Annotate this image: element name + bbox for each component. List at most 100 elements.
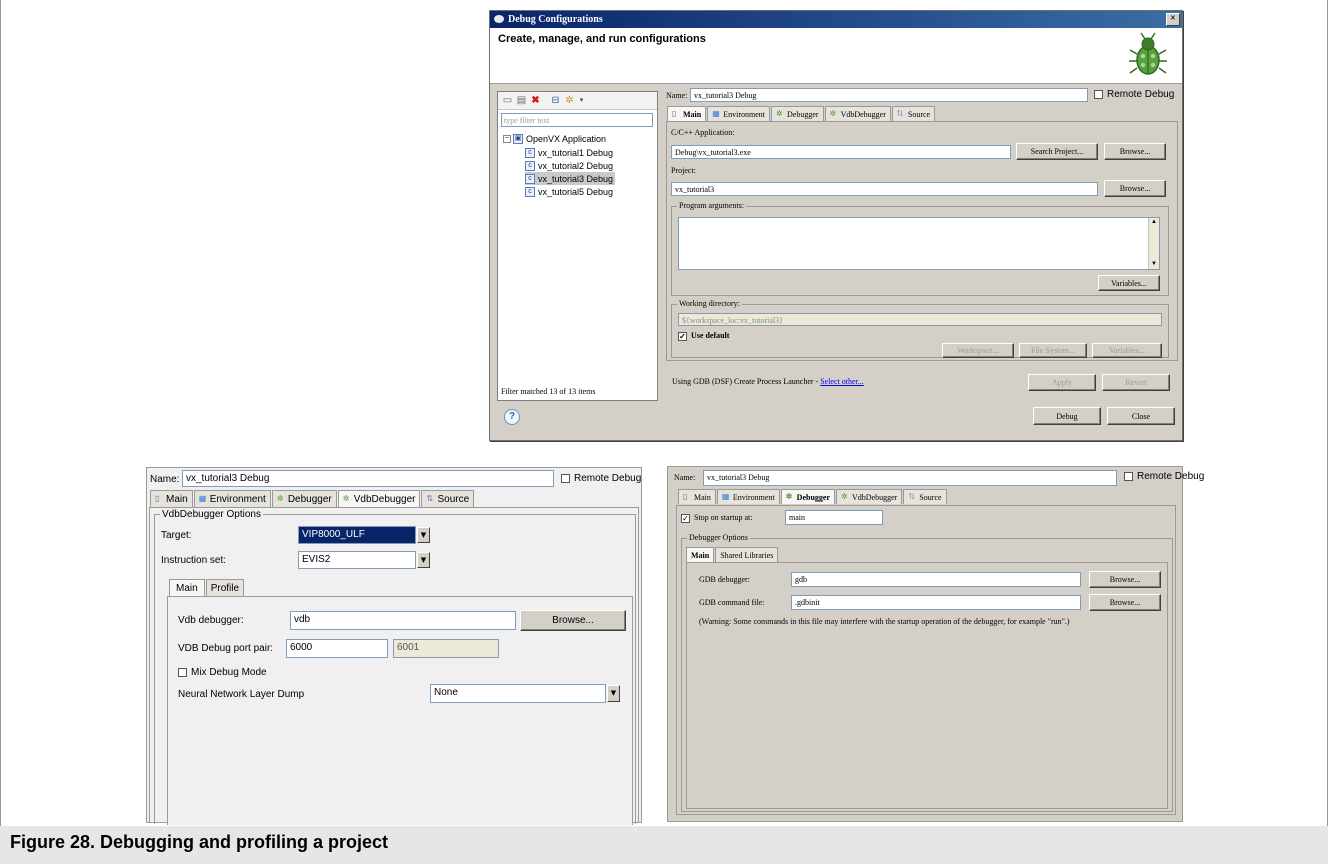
gdb-debugger-input[interactable]: gdb [791,572,1081,587]
banner: Create, manage, and run configurations [490,28,1182,84]
select-other-link[interactable]: Select other... [820,377,864,386]
cpp-app-label: C/C++ Application: [671,128,735,137]
remote-debug-checkbox[interactable]: Remote Debug [1124,471,1204,482]
collapse-icon[interactable]: − [503,134,511,143]
browse-gdb-button[interactable]: Browse... [1089,571,1161,588]
name-input[interactable]: vx_tutorial3 Debug [182,470,554,487]
scroll-up-icon[interactable]: ▲ [1149,218,1159,227]
tab-environment[interactable]: ▦ Environment [707,106,771,121]
tab-vdbdebugger[interactable]: ✲ VdbDebugger [337,490,421,507]
tree-item[interactable]: c vx_tutorial2 Debug [525,159,613,172]
checkbox-icon[interactable] [1094,89,1103,99]
subtab-profile[interactable]: Profile [205,579,245,596]
tab-source[interactable]: ⇅ Source [891,106,936,121]
gdb-command-file-input[interactable]: .gdbinit [791,595,1081,610]
new-config-icon[interactable]: ▭ [502,95,513,106]
duplicate-icon[interactable]: ▤ [516,95,527,106]
scroll-down-icon[interactable]: ▼ [1149,260,1159,269]
stop-on-startup-checkbox[interactable]: ✓ Stop on startup at: [681,513,752,523]
browse-button[interactable]: Browse... [520,610,626,631]
tab-main[interactable]: ▯ Main [678,489,716,504]
bug-icon [1129,32,1167,75]
chevron-down-icon[interactable]: ▼ [607,685,620,702]
subtab-strip: Main Profile [169,579,245,596]
name-input[interactable]: vx_tutorial3 Debug [703,470,1117,486]
stop-at-input[interactable]: main [785,510,883,525]
vdb-debugger-input[interactable]: vdb [290,611,516,630]
tab-main[interactable]: ▯ Main [150,490,193,507]
title-bar: Debug Configurations × [490,11,1182,28]
use-default-checkbox[interactable]: ✓ Use default [678,331,729,341]
collapse-all-icon[interactable]: ⊟ [550,95,561,106]
target-label: Target: [161,530,192,541]
checkbox-checked-icon[interactable]: ✓ [678,331,687,341]
doc-icon: ▯ [155,494,160,503]
checkbox-icon[interactable] [561,473,570,483]
revert-button[interactable]: Revert [1102,374,1170,391]
file-system-button[interactable]: File System... [1019,343,1087,358]
tab-environment[interactable]: ▦ Environment [193,490,271,507]
browse-cmd-file-button[interactable]: Browse... [1089,594,1161,611]
name-label: Name: [674,473,696,482]
tree-item[interactable]: c vx_tutorial5 Debug [525,185,613,198]
tab-debugger[interactable]: ✲ Debugger [271,490,337,507]
vdb-icon: ✲ [342,494,350,503]
tab-debugger[interactable]: ✲ Debugger [771,106,824,121]
config-toolbar: ▭ ▤ ✖ ⊟ ✲ ▾ [498,92,657,110]
vdbdebugger-panel: Name: vx_tutorial3 Debug Remote Debug ▯ M… [146,467,642,825]
subtab-main[interactable]: Main [686,547,715,562]
program-arguments-input[interactable]: ▲ ▼ [678,217,1160,270]
mix-debug-checkbox[interactable]: Mix Debug Mode [178,667,267,678]
tab-main[interactable]: ▯ Main [667,106,707,121]
tab-vdbdebugger[interactable]: ✲ VdbDebugger [824,106,891,121]
checkbox-checked-icon[interactable]: ✓ [681,513,690,523]
close-button[interactable]: Close [1107,407,1175,425]
chevron-down-icon[interactable]: ▾ [576,95,587,106]
tab-source[interactable]: ⇅ Source [421,490,475,507]
tab-vdbdebugger[interactable]: ✲ VdbDebugger [836,489,903,504]
tree-item-selected[interactable]: c vx_tutorial3 Debug [525,172,616,185]
browse-app-button[interactable]: Browse... [1104,143,1166,160]
project-input[interactable]: vx_tutorial3 [671,182,1098,196]
variables-button[interactable]: Variables... [1098,275,1160,291]
subtab-shared-libraries[interactable]: Shared Libraries [715,547,779,562]
close-icon[interactable]: × [1166,13,1180,26]
tab-source[interactable]: ⇅ Source [903,489,947,504]
apply-button[interactable]: Apply [1028,374,1096,391]
cpp-app-input[interactable]: Debug\vx_tutorial3.exe [671,145,1011,159]
remote-debug-checkbox[interactable]: Remote Debug [1094,89,1174,100]
instruction-set-select[interactable]: EVIS2 [298,551,416,569]
scrollbar[interactable]: ▲ ▼ [1148,218,1159,269]
checkbox-icon[interactable] [178,667,187,677]
environment-icon: ▦ [198,494,207,503]
tab-environment[interactable]: ▦ Environment [716,489,780,504]
remote-debug-checkbox[interactable]: Remote Debug [561,473,641,484]
debug-button[interactable]: Debug [1033,407,1101,425]
debug-configurations-dialog: Debug Configurations × Create, manage, a… [489,10,1183,441]
workspace-button[interactable]: Workspace... [942,343,1014,358]
nn-dump-select[interactable]: None [430,684,606,703]
chevron-down-icon[interactable]: ▼ [417,527,430,543]
openvx-icon: ▣ [513,133,523,144]
browse-project-button[interactable]: Browse... [1104,180,1166,197]
chevron-down-icon[interactable]: ▼ [417,552,430,568]
target-select[interactable]: VIP8000_ULF [298,526,416,544]
help-icon[interactable]: ? [504,409,520,425]
port-2-input[interactable]: 6001 [393,639,499,658]
variables-disabled-button[interactable]: Variables... [1092,343,1162,358]
name-label: Name: [666,91,688,100]
tree-root[interactable]: − ▣ OpenVX Application [503,132,606,145]
tree-item[interactable]: c vx_tutorial1 Debug [525,146,613,159]
filter-input[interactable]: type filter text [501,113,653,127]
filter-icon[interactable]: ✲ [564,95,575,106]
delete-icon[interactable]: ✖ [530,95,541,106]
vdb-icon: ✲ [841,492,848,501]
warning-text: (Warning: Some commands in this file may… [699,617,1070,626]
working-directory-input[interactable]: ${workspace_loc:vx_tutorial3} [678,313,1162,326]
tab-debugger[interactable]: ✲ Debugger [780,489,835,504]
subtab-main[interactable]: Main [169,579,205,596]
search-project-button[interactable]: Search Project... [1016,143,1098,160]
port-1-input[interactable]: 6000 [286,639,388,658]
name-input[interactable]: vx_tutorial3 Debug [690,88,1088,102]
checkbox-icon[interactable] [1124,471,1133,481]
